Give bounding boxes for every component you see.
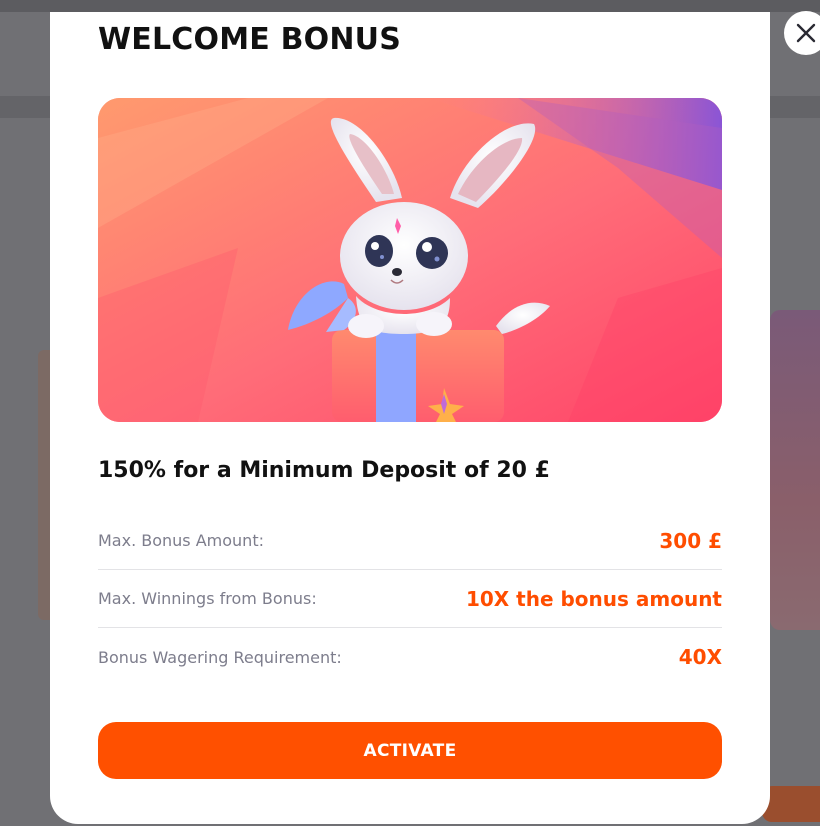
close-button[interactable] xyxy=(784,11,820,55)
welcome-bonus-modal: WELCOME BONUS 150% for a Minimum Deposit… xyxy=(50,12,770,824)
detail-value: 10X the bonus amount xyxy=(465,586,722,611)
fennec-fox-gift-illustration xyxy=(98,98,722,422)
detail-row-max-bonus: Max. Bonus Amount: 300 £ xyxy=(98,512,722,570)
bonus-details-list: Max. Bonus Amount: 300 £ Max. Winnings f… xyxy=(98,512,722,686)
background-header xyxy=(0,0,820,12)
detail-label: Bonus Wagering Requirement: xyxy=(98,647,342,667)
activate-button[interactable]: ACTIVATE xyxy=(98,722,722,779)
close-icon xyxy=(796,23,816,43)
modal-title: WELCOME BONUS xyxy=(98,22,402,57)
background-button xyxy=(762,786,820,822)
detail-row-wagering: Bonus Wagering Requirement: 40X xyxy=(98,628,722,686)
detail-value: 300 £ xyxy=(659,528,722,553)
background-card xyxy=(770,310,820,630)
detail-label: Max. Bonus Amount: xyxy=(98,531,264,550)
detail-row-max-winnings: Max. Winnings from Bonus: 10X the bonus … xyxy=(98,570,722,628)
bonus-headline: 150% for a Minimum Deposit of 20 £ xyxy=(98,458,550,483)
detail-label: Max. Winnings from Bonus: xyxy=(98,589,317,608)
detail-value: 40X xyxy=(678,645,722,669)
hero-image xyxy=(98,98,722,422)
